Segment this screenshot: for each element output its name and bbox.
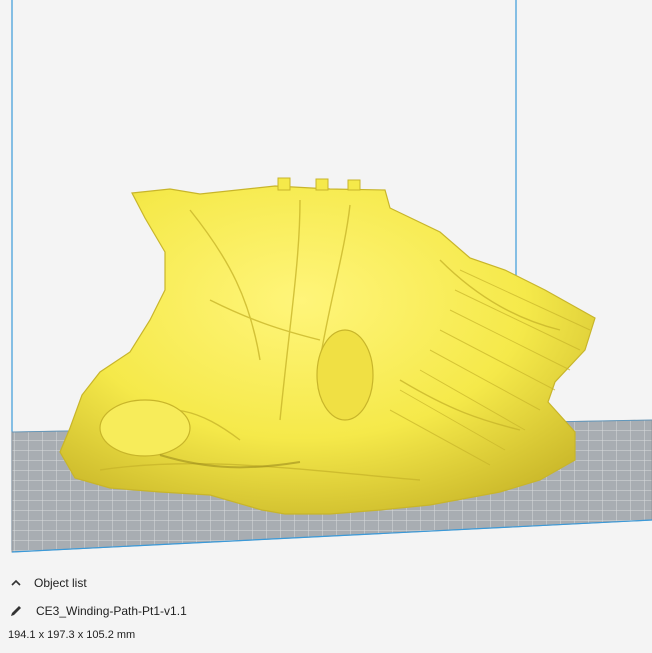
chevron-up-icon[interactable] [8, 575, 24, 591]
object-dimensions-row: 194.1 x 197.3 x 105.2 mm [8, 629, 135, 641]
object-name[interactable]: CE3_Winding-Path-Pt1-v1.1 [36, 604, 187, 618]
object-dimensions: 194.1 x 197.3 x 105.2 mm [8, 629, 136, 641]
object-list-header[interactable]: Object list [8, 575, 87, 591]
pencil-icon[interactable] [8, 603, 24, 619]
object-list-panel: Object list CE3_Winding-Path-Pt1-v1.1 19… [0, 565, 652, 653]
3d-viewport[interactable] [0, 0, 652, 565]
scene [11, 0, 652, 553]
object-list-label: Object list [34, 576, 87, 590]
model-ce3-winding-path[interactable] [59, 177, 596, 515]
object-name-row[interactable]: CE3_Winding-Path-Pt1-v1.1 [8, 603, 187, 619]
